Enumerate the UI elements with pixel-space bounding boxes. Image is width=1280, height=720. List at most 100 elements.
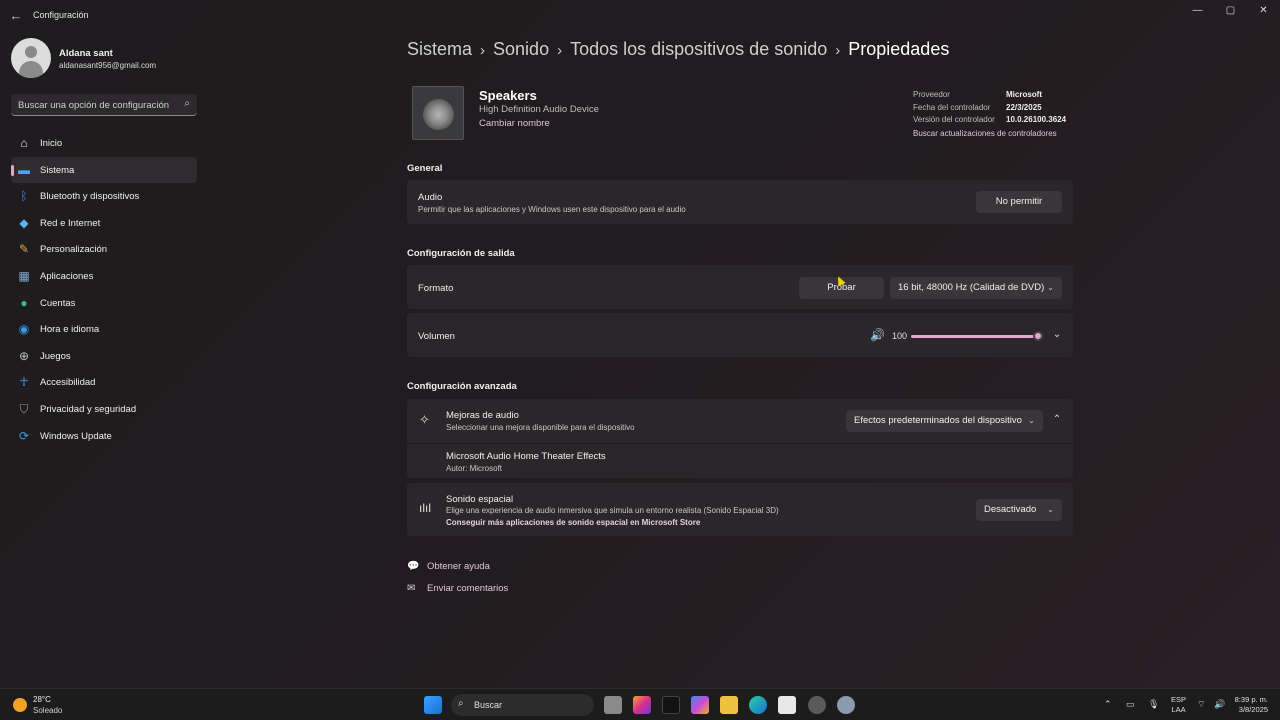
edge-icon[interactable]: [749, 696, 767, 714]
get-help-label: Obtener ayuda: [427, 561, 490, 572]
speaker-cone-shape: [423, 99, 454, 130]
store-icon[interactable]: [778, 696, 796, 714]
breadcrumb-sonido[interactable]: Sonido: [493, 39, 549, 59]
spatial-desc: Elige una experiencia de audio inmersiva…: [446, 506, 779, 515]
chevron-down-icon: ⌄: [1028, 416, 1035, 425]
sidebar-item-juegos[interactable]: ⊕ Juegos: [11, 343, 197, 370]
sidebar-item-label: Sistema: [40, 164, 75, 176]
sidebar-item-windows-update[interactable]: ⟳ Windows Update: [11, 423, 197, 450]
search-input[interactable]: Buscar una opción de configuración ⌕: [11, 94, 197, 116]
sidebar-item-personalizaci-n[interactable]: ✎ Personalización: [11, 236, 197, 263]
audio-card: Audio Permitir que las aplicaciones y Wi…: [407, 180, 1073, 224]
user-profile[interactable]: Aldana sant aldanasant956@gmail.com: [11, 38, 201, 78]
apps-icon: ▦: [18, 268, 30, 283]
instagram-icon[interactable]: [633, 696, 651, 714]
volume-slider-thumb[interactable]: [1033, 331, 1043, 341]
volume-value: 100: [892, 331, 908, 341]
user-email: aldanasant956@gmail.com: [59, 61, 157, 70]
chevron-down-icon[interactable]: ⌄: [1050, 329, 1064, 340]
help-chat-icon: 💬: [407, 561, 420, 572]
sparkle-icon: ✧: [419, 412, 430, 427]
spatial-title: Sonido espacial: [446, 494, 514, 505]
settings-window: ← Configuración — ▢ ✕ Aldana sant aldana…: [0, 0, 1280, 688]
chevron-up-icon[interactable]: ⌃: [1104, 699, 1112, 710]
breadcrumb-sistema[interactable]: Sistema: [407, 39, 472, 59]
feedback-link[interactable]: ✉ Enviar comentarios: [407, 583, 508, 594]
enhancements-dropdown[interactable]: Efectos predeterminados del dispositivo …: [846, 410, 1043, 432]
divider: [407, 443, 1073, 444]
sidebar-item-aplicaciones[interactable]: ▦ Aplicaciones: [11, 263, 197, 290]
back-arrow-icon[interactable]: ←: [6, 6, 26, 26]
sidebar-item-hora-e-idioma[interactable]: ◉ Hora e idioma: [11, 316, 197, 343]
spatial-value: Desactivado: [984, 504, 1037, 515]
language-code: ESP: [1171, 695, 1187, 704]
sidebar-item-sistema[interactable]: ▬ Sistema: [11, 156, 197, 184]
taskbar-search[interactable]: ⌕ Buscar: [451, 694, 594, 716]
effect-name: Microsoft Audio Home Theater Effects: [446, 451, 606, 462]
wifi-icon[interactable]: ⌔: [1197, 699, 1205, 710]
enhancements-value: Efectos predeterminados del dispositivo: [854, 415, 1022, 426]
tiktok-icon[interactable]: [662, 696, 680, 714]
sidebar-item-red-e-internet[interactable]: ◆ Red e Internet: [11, 210, 197, 237]
disallow-button[interactable]: No permitir: [976, 191, 1062, 213]
sun-icon[interactable]: [13, 698, 27, 712]
minimize-button[interactable]: —: [1181, 0, 1214, 22]
sidebar-item-label: Cuentas: [40, 297, 76, 309]
breadcrumb-all-devices[interactable]: Todos los dispositivos de sonido: [570, 39, 827, 59]
volume-slider-track[interactable]: [911, 335, 1038, 338]
avatar-body-shape: [19, 61, 43, 78]
chevron-up-icon[interactable]: ⌃: [1050, 414, 1064, 425]
volume-icon[interactable]: 🔊: [1214, 699, 1225, 710]
section-output-title: Configuración de salida: [407, 248, 515, 259]
file-explorer-icon[interactable]: [720, 696, 738, 714]
app-icon[interactable]: [808, 696, 826, 714]
speaker-volume-icon[interactable]: 🔊: [870, 328, 885, 342]
bluetooth-icon: ᛒ: [20, 189, 28, 204]
battery-icon[interactable]: ▭: [1126, 699, 1135, 710]
feedback-icon: ✉: [407, 583, 416, 594]
settings-gear-icon[interactable]: [837, 696, 855, 714]
section-general-title: General: [407, 163, 443, 174]
microphone-icon[interactable]: 🎙: [1148, 699, 1159, 710]
sidebar-item-privacidad-y-seguridad[interactable]: ⛉ Privacidad y seguridad: [11, 396, 197, 423]
search-placeholder: Buscar una opción de configuración: [18, 100, 170, 111]
breadcrumb: Sistema › Sonido › Todos los dispositivos de…: [407, 39, 949, 60]
shield-icon: ⛉: [19, 401, 29, 416]
app-title: Configuración: [33, 10, 89, 20]
rename-link[interactable]: Cambiar nombre: [479, 118, 550, 129]
page-title: Propiedades: [848, 39, 950, 59]
date: 3/8/2025: [1238, 705, 1268, 714]
sidebar-item-accesibilidad[interactable]: ☥ Accesibilidad: [11, 369, 197, 396]
sidebar-item-label: Hora e idioma: [40, 324, 100, 336]
chevron-right-icon: ›: [557, 42, 563, 59]
spatial-store-link[interactable]: Conseguir más aplicaciones de sonido esp…: [446, 518, 700, 527]
task-view-icon[interactable]: [604, 696, 622, 714]
sidebar-item-cuentas[interactable]: ● Cuentas: [11, 290, 197, 317]
spatial-dropdown[interactable]: Desactivado ⌄: [976, 499, 1062, 521]
taskbar-search-label: Buscar: [474, 700, 503, 710]
sidebar: Aldana sant aldanasant956@gmail.com Busc…: [0, 32, 205, 688]
weather-desc: Soleado: [33, 706, 63, 715]
sidebar-item-label: Bluetooth y dispositivos: [40, 191, 140, 203]
enhancements-desc: Seleccionar una mejora disponible para e…: [446, 423, 635, 432]
copilot-icon[interactable]: [691, 696, 709, 714]
driver-date-label: Fecha del controlador: [913, 102, 991, 112]
user-name: Aldana sant: [59, 48, 113, 59]
avatar-head-shape: [25, 46, 37, 58]
maximize-button[interactable]: ▢: [1214, 0, 1247, 22]
effect-author: Autor: Microsoft: [446, 464, 503, 473]
language-indicator[interactable]: ESP LAA: [1171, 695, 1186, 715]
keyboard-layout: LAA: [1171, 705, 1186, 714]
sidebar-item-inicio[interactable]: ⌂ Inicio: [11, 130, 197, 157]
sidebar-item-bluetooth-y-dispositivos[interactable]: ᛒ Bluetooth y dispositivos: [11, 183, 197, 210]
close-button[interactable]: ✕: [1247, 0, 1280, 22]
sidebar-item-label: Aplicaciones: [40, 270, 94, 282]
driver-update-link[interactable]: Buscar actualizaciones de controladores: [913, 129, 1057, 138]
chevron-right-icon: ›: [480, 42, 486, 59]
format-dropdown[interactable]: 16 bit, 48000 Hz (Calidad de DVD) ⌄: [890, 277, 1062, 299]
chevron-right-icon: ›: [835, 42, 841, 59]
clock[interactable]: 8:39 p. m. 3/8/2025: [1232, 695, 1268, 715]
windows-start-icon[interactable]: [424, 696, 442, 714]
avatar: [11, 38, 51, 78]
get-help-link[interactable]: 💬 Obtener ayuda: [407, 561, 490, 572]
